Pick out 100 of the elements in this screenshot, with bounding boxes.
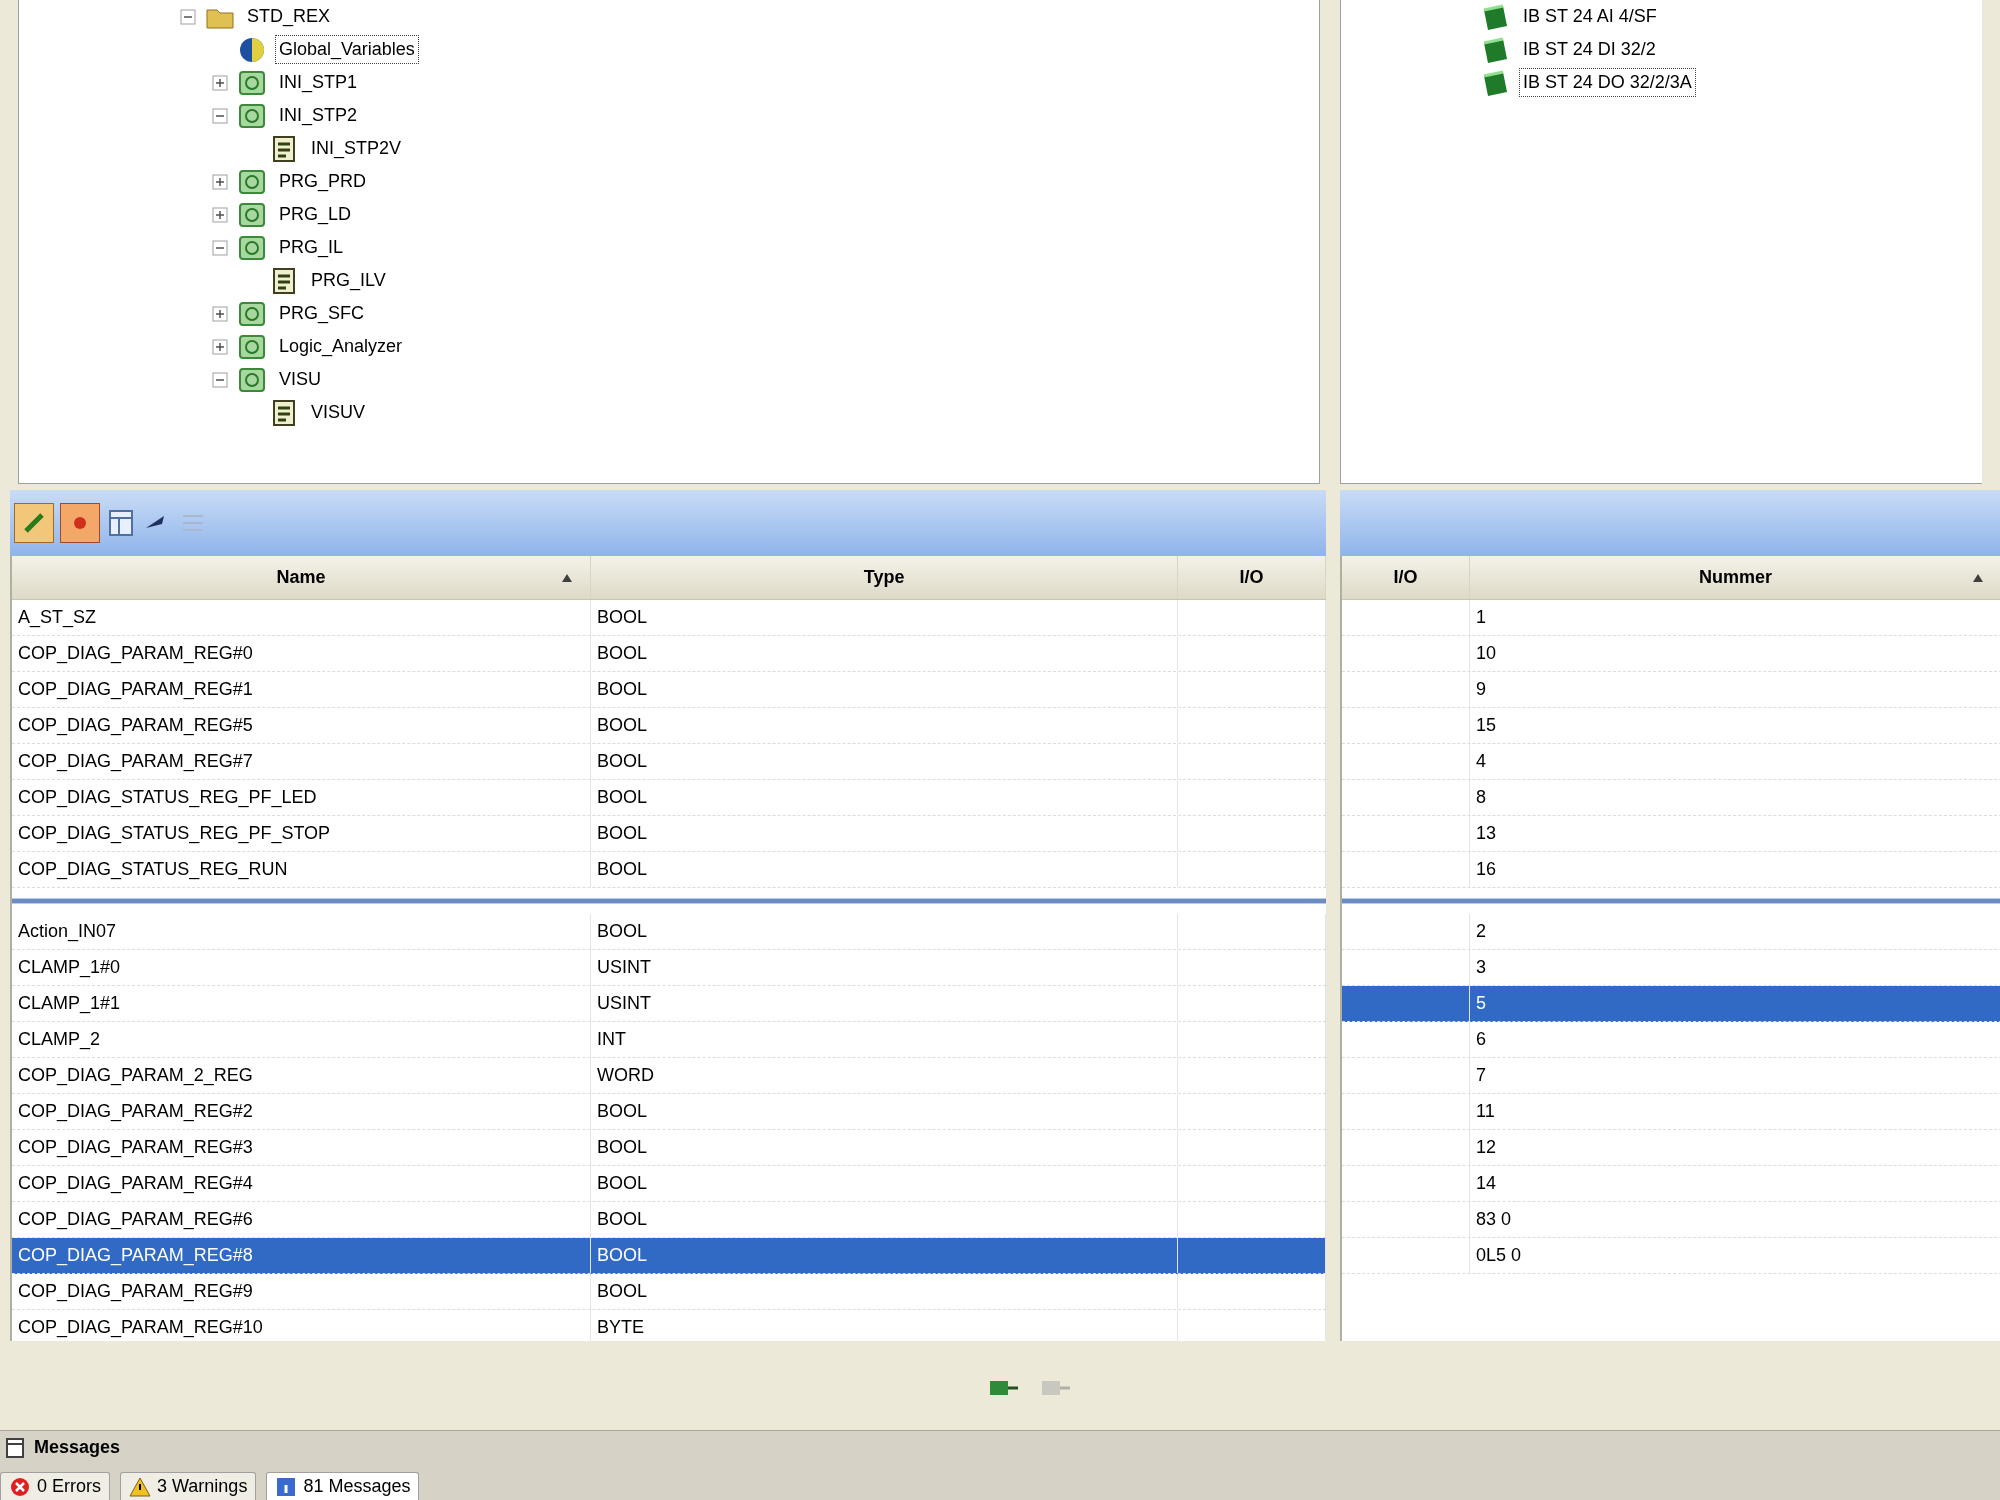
table-row[interactable]: 14 [1342,1166,2000,1202]
table-row[interactable]: COP_DIAG_PARAM_REG#9 BOOL [12,1274,1326,1310]
tree-item[interactable]: INI_STP1 [275,68,362,97]
table-cell-text: COP_DIAG_STATUS_REG_PF_LED [18,786,317,810]
table-row[interactable]: 11 [1342,1094,2000,1130]
table-row[interactable]: 12 [1342,1130,2000,1166]
tree-item[interactable]: INI_STP2V [307,134,406,163]
table-row[interactable]: COP_DIAG_PARAM_REG#1 BOOL [12,672,1326,708]
table-cell-text: COP_DIAG_PARAM_REG#4 [18,1172,253,1196]
column-header[interactable]: Nummer [1470,556,2000,599]
table-row[interactable]: 1 [1342,600,2000,636]
table-cell-text: COP_DIAG_PARAM_REG#8 [18,1244,253,1268]
device-item[interactable]: IB ST 24 DO 32/2/3A [1519,68,1696,97]
table-cell-text: BOOL [597,786,648,809]
table-row[interactable]: 6 [1342,1022,2000,1058]
table-cell-text: 9 [1476,678,1486,701]
device-item[interactable]: IB ST 24 AI 4/SF [1519,2,1661,31]
table-cell-text: COP_DIAG_PARAM_REG#10 [18,1316,263,1340]
table-row[interactable]: 5 [1342,986,2000,1022]
table-cell-text: COP_DIAG_PARAM_REG#7 [18,750,253,774]
table-cell-text: COP_DIAG_PARAM_REG#2 [18,1100,253,1124]
table-row[interactable]: Action_IN07 BOOL [12,914,1326,950]
messages-tab[interactable]: 0 Errors [0,1472,110,1500]
table-cell-text: WORD [597,1064,655,1087]
table-icon[interactable] [106,508,136,538]
expand-toggle[interactable] [212,74,228,91]
expand-toggle[interactable] [212,173,228,190]
table-row[interactable]: COP_DIAG_PARAM_REG#0 BOOL [12,636,1326,672]
table-cell-text: A_ST_SZ [18,606,97,630]
tree-item[interactable]: VISUV [307,398,370,427]
table-cell-text: CLAMP_1#0 [18,956,121,980]
messages-title: Messages [34,1436,121,1459]
table-cell-text: COP_DIAG_PARAM_REG#5 [18,714,253,738]
collapse-toggle[interactable] [212,371,228,388]
collapse-toggle[interactable] [212,239,228,256]
expand-toggle[interactable] [212,338,228,355]
tree-item[interactable]: Global_Variables [275,35,419,64]
table-row[interactable]: A_ST_SZ BOOL [12,600,1326,636]
tree-item[interactable]: PRG_ILV [307,266,390,295]
table-row[interactable]: 2 [1342,914,2000,950]
table-row[interactable]: 83 0 [1342,1202,2000,1238]
table-row[interactable]: COP_DIAG_STATUS_REG_RUN BOOL [12,852,1326,888]
expand-toggle[interactable] [212,206,228,223]
table-row[interactable]: COP_DIAG_PARAM_REG#2 BOOL [12,1094,1326,1130]
table-cell-text: 0L5 0 [1476,1244,1522,1267]
column-header[interactable]: Type [591,556,1179,599]
table-row[interactable]: COP_DIAG_STATUS_REG_PF_LED BOOL [12,780,1326,816]
tree-item[interactable]: PRG_PRD [275,167,371,196]
table-cell-text: BOOL [597,858,648,881]
tree-item[interactable]: PRG_SFC [275,299,369,328]
messages-tab[interactable]: 3 Warnings [120,1472,257,1500]
table-row[interactable]: 16 [1342,852,2000,888]
collapse-toggle[interactable] [180,8,196,25]
add-variable-button[interactable] [14,503,54,543]
table-row[interactable]: COP_DIAG_PARAM_REG#4 BOOL [12,1166,1326,1202]
tree-item[interactable]: INI_STP2 [275,101,362,130]
table-cell-text: 1 [1476,606,1486,629]
tree-item[interactable]: PRG_LD [275,200,356,229]
table-cell-text: COP_DIAG_PARAM_REG#0 [18,642,253,666]
table-row[interactable]: 4 [1342,744,2000,780]
table-row[interactable]: COP_DIAG_PARAM_2_REG WORD [12,1058,1326,1094]
table-cell-text: 10 [1476,642,1497,665]
table-row[interactable]: 15 [1342,708,2000,744]
table-row[interactable]: COP_DIAG_PARAM_REG#7 BOOL [12,744,1326,780]
table-row[interactable]: 10 [1342,636,2000,672]
table-row[interactable]: 13 [1342,816,2000,852]
table-cell-text: COP_DIAG_PARAM_REG#1 [18,678,253,702]
tree-item[interactable]: VISU [275,365,325,394]
column-header[interactable]: I/O [1342,556,1470,599]
table-row[interactable]: CLAMP_1#0 USINT [12,950,1326,986]
table-row[interactable]: COP_DIAG_STATUS_REG_PF_STOP BOOL [12,816,1326,852]
device-item[interactable]: IB ST 24 DI 32/2 [1519,35,1660,64]
messages-tab[interactable]: 81 Messages [266,1472,420,1500]
column-header[interactable]: I/O [1178,556,1326,599]
delete-variable-button[interactable] [60,503,100,543]
expand-toggle[interactable] [212,305,228,322]
table-cell-text: BOOL [597,1244,648,1267]
table-cell-text: USINT [597,956,652,979]
table-cell-text: BOOL [597,1172,648,1195]
table-cell-text: 3 [1476,956,1486,979]
tree-item[interactable]: Logic_Analyzer [275,332,407,361]
table-row[interactable]: COP_DIAG_PARAM_REG#10 BYTE [12,1310,1326,1341]
table-cell-text: BYTE [597,1316,645,1339]
table-cell-text: USINT [597,992,652,1015]
column-header[interactable]: Name [12,556,592,599]
table-row[interactable]: 7 [1342,1058,2000,1094]
table-row[interactable]: 0L5 0 [1342,1238,2000,1274]
table-row[interactable]: COP_DIAG_PARAM_REG#5 BOOL [12,708,1326,744]
messages-window-icon [4,1435,26,1460]
table-row[interactable]: 8 [1342,780,2000,816]
info-icon [275,1475,298,1498]
tree-item[interactable]: STD_REX [243,2,335,31]
table-cell-text: 11 [1476,1100,1495,1123]
table-row[interactable]: 9 [1342,672,2000,708]
table-row[interactable]: COP_DIAG_PARAM_REG#8 BOOL [12,1238,1326,1274]
table-row[interactable]: COP_DIAG_PARAM_REG#3 BOOL [12,1130,1326,1166]
tree-item[interactable]: PRG_IL [275,233,348,262]
table-row[interactable]: CLAMP_1#1 USINT [12,986,1326,1022]
table-row[interactable]: CLAMP_2 INT [12,1022,1326,1058]
collapse-toggle[interactable] [212,107,228,124]
